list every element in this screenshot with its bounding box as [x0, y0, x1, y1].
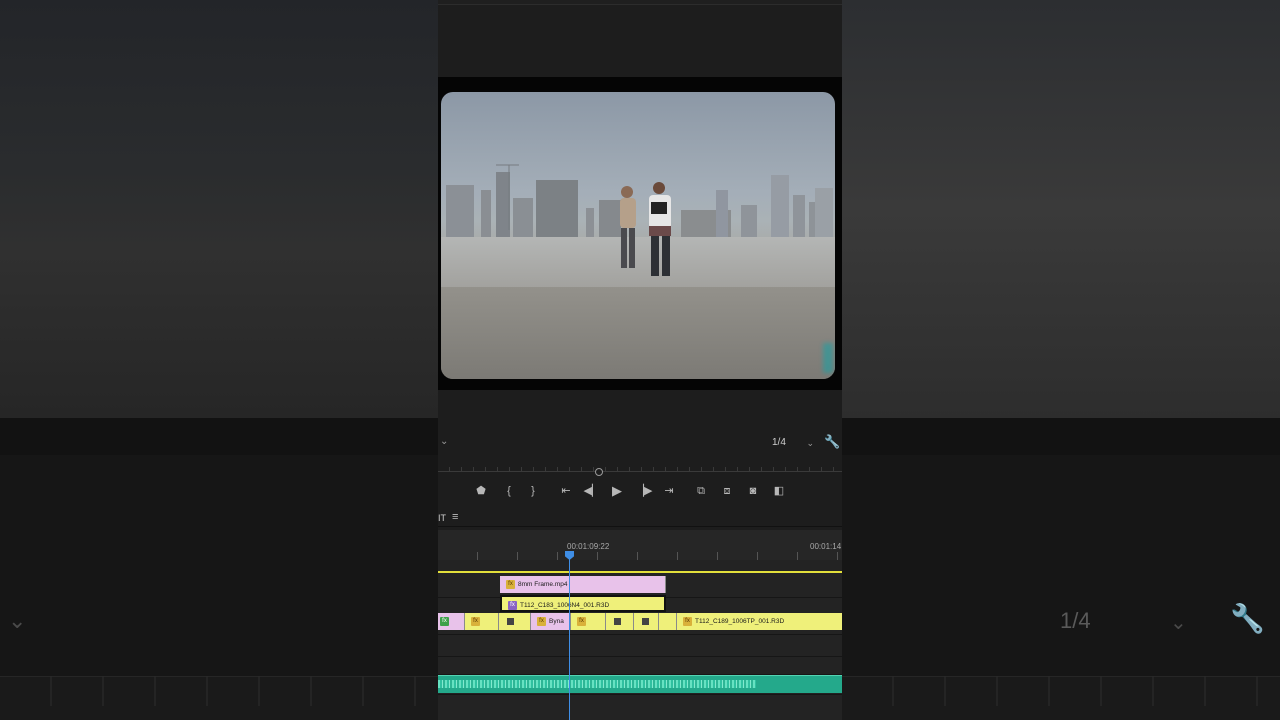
work-area-bar[interactable]	[438, 571, 842, 573]
monitor-settings-row: ⌄ 1/4 ⌄ 🔧	[438, 433, 842, 453]
chevron-down-icon: ⌄	[8, 608, 27, 633]
wrench-icon: 🔧	[1230, 603, 1265, 634]
fx-badge-icon: fx	[440, 616, 449, 626]
marker-icon[interactable]: ⬟	[472, 483, 490, 499]
screen: ⌄ 1/4 ⌄ 🔧 ⌄ 1/4 ⌄ 🔧 ⬟ {} ⇤ ◀▏ ▶ ▕▶ ⇥ ⧉ …	[0, 0, 1280, 720]
fx-badge-icon: fx	[537, 617, 546, 626]
clip-v3[interactable]: fx 8mm Frame.mp4	[500, 576, 666, 593]
timecode-label: 00:01:09:22	[567, 542, 610, 551]
transition-icon	[642, 617, 649, 625]
monitor-playhead[interactable]	[595, 468, 603, 476]
editor-panel: ⌄ 1/4 ⌄ 🔧 ⬟ { } ⇤ ◀▏ ▶ ▕▶ ⇥ ⧉ ⧈ ◙ ◧ IT ≡…	[438, 0, 842, 720]
zoom-value: 1/4	[772, 437, 786, 448]
wrench-icon[interactable]: 🔧	[824, 434, 840, 450]
extract-icon[interactable]: ⧈	[718, 483, 736, 499]
transition-icon	[614, 617, 621, 625]
program-monitor[interactable]	[438, 77, 842, 390]
clip-v1[interactable]: fx	[438, 613, 465, 630]
clip-label: T112_C183_1006N4_001.R3D	[520, 602, 610, 609]
step-back-icon[interactable]: ◀▏	[583, 483, 601, 499]
clip-v1[interactable]: fx Byna	[531, 613, 571, 630]
chevron-down-icon: ⌄	[806, 438, 814, 448]
blurred-video-left	[0, 0, 438, 418]
mark-in-icon[interactable]: {	[500, 483, 518, 499]
timeline-ruler[interactable]: 00:01:09:22 00:01:14	[438, 530, 842, 560]
transition-icon	[507, 617, 514, 625]
camera-icon[interactable]: ◙	[744, 483, 762, 499]
play-icon[interactable]: ▶	[608, 483, 626, 499]
lift-icon[interactable]: ⧉	[692, 483, 710, 499]
mark-out-icon[interactable]: }	[524, 483, 542, 499]
clip-v1[interactable]	[634, 613, 659, 630]
fx-badge-icon: fx	[577, 616, 586, 626]
clip-v1[interactable]	[659, 613, 677, 630]
clip-label: T112_C189_1006TP_001.R3D	[695, 618, 785, 625]
clip-label: 8mm Frame.mp4	[518, 581, 568, 588]
clip-v1[interactable]: fx T112_C189_1006TP_001.R3D	[677, 613, 842, 630]
fx-badge-icon: fx	[471, 616, 480, 626]
step-forward-icon[interactable]: ▕▶	[635, 483, 653, 499]
clip-v1[interactable]: fx	[571, 613, 606, 630]
monitor-time-ruler[interactable]	[438, 458, 842, 472]
clip-v1[interactable]: fx	[465, 613, 499, 630]
transport-controls: ⬟ { } ⇤ ◀▏ ▶ ▕▶ ⇥ ⧉ ⧈ ◙ ◧	[438, 480, 842, 502]
timeline-playhead[interactable]	[569, 551, 570, 720]
comparison-view-icon[interactable]: ◧	[770, 483, 788, 499]
clip-label: Byna	[549, 618, 564, 625]
clip-v1[interactable]	[606, 613, 634, 630]
fx-badge-icon: fx	[506, 580, 515, 589]
audio-waveform	[438, 680, 756, 688]
blurred-background-left: ⌄	[0, 0, 438, 720]
video-frame	[441, 92, 835, 379]
panel-topbar	[438, 0, 842, 5]
timeline-header: IT ≡	[438, 511, 842, 527]
timecode-label: 00:01:14	[810, 542, 842, 551]
fx-badge-icon: fx	[683, 617, 692, 626]
sequence-tab[interactable]: IT	[438, 513, 446, 523]
clip-v1[interactable]	[499, 613, 531, 630]
chevron-down-icon: ⌄	[1170, 612, 1187, 634]
zoom-select[interactable]: 1/4 ⌄	[768, 435, 816, 451]
clip-v2-selected[interactable]: fx T112_C183_1006N4_001.R3D	[500, 595, 666, 612]
blurred-video-right	[842, 0, 1280, 418]
walking-couple	[620, 182, 671, 276]
go-to-out-icon[interactable]: ⇥	[660, 483, 678, 499]
blurred-zoom-value: 1/4	[1060, 608, 1091, 633]
chevron-down-icon[interactable]: ⌄	[440, 436, 448, 447]
go-to-in-icon[interactable]: ⇤	[557, 483, 575, 499]
hamburger-menu-icon[interactable]: ≡	[452, 511, 458, 523]
blurred-background-right: 1/4 ⌄ 🔧	[842, 0, 1280, 720]
fx-badge-icon: fx	[508, 601, 517, 610]
